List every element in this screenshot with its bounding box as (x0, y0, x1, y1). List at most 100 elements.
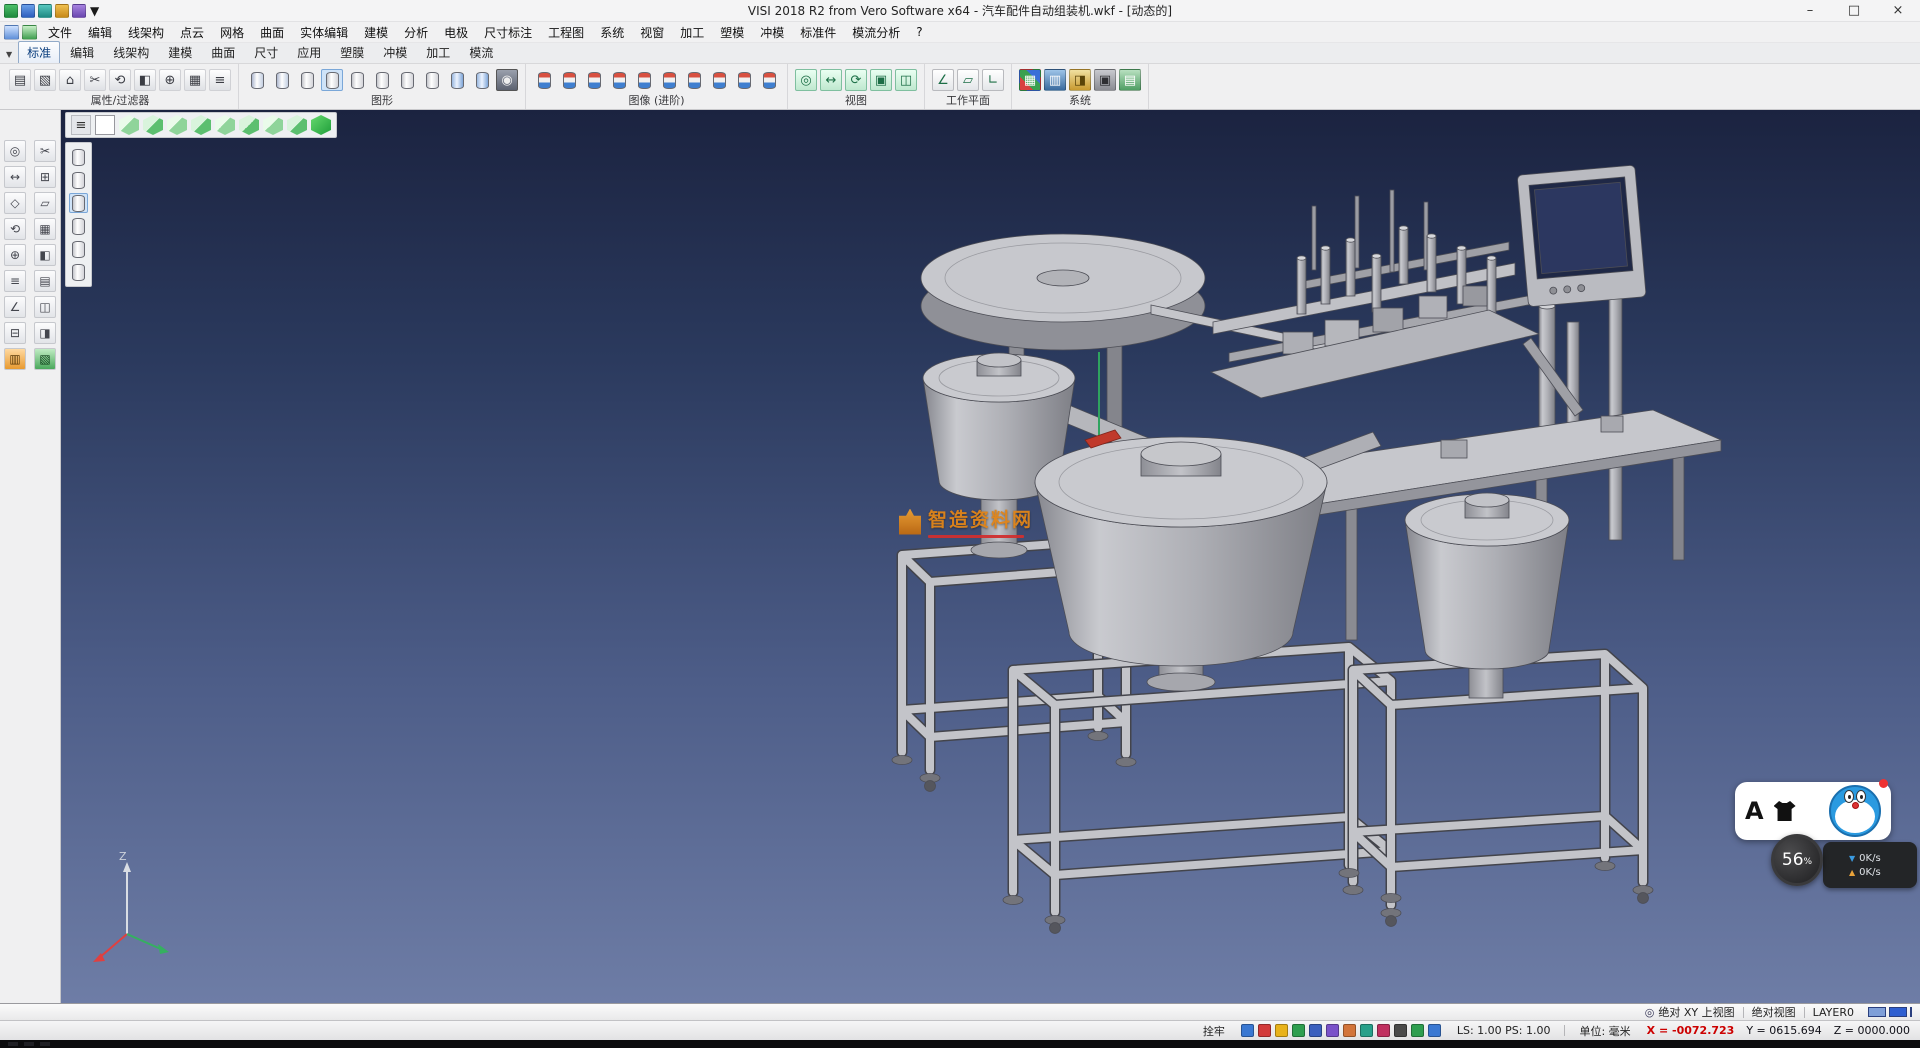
toolbar-icon[interactable] (708, 69, 730, 91)
toolbar-icon[interactable] (296, 69, 318, 91)
menu-item[interactable]: 尺寸标注 (476, 22, 540, 43)
chevron-down-icon[interactable]: ▼ (4, 50, 18, 63)
toolbar-icon[interactable]: ⊕ (159, 69, 181, 91)
status-icon[interactable] (1394, 1024, 1407, 1037)
toolbar-icon[interactable] (446, 69, 468, 91)
document-icon[interactable] (4, 25, 19, 40)
ribbon-tab[interactable]: 尺寸 (245, 41, 287, 63)
shading-mode-icon[interactable] (69, 170, 88, 190)
view-cube-icon[interactable] (239, 115, 259, 135)
toolbar-icon[interactable] (608, 69, 630, 91)
ribbon-tab[interactable]: 曲面 (202, 41, 244, 63)
status-icon[interactable] (1292, 1024, 1305, 1037)
toolbar-icon[interactable] (683, 69, 705, 91)
sidebar-tool-icon[interactable]: ◨ (34, 322, 56, 344)
menu-item[interactable]: ? (908, 23, 930, 41)
sidebar-tool-icon[interactable]: ⟲ (4, 218, 26, 240)
toolbar-icon[interactable] (758, 69, 780, 91)
menu-item[interactable]: 模流分析 (844, 22, 908, 43)
ribbon-tab[interactable]: 加工 (417, 41, 459, 63)
menu-item[interactable]: 塑模 (712, 22, 752, 43)
sidebar-tool-icon[interactable]: ≡ (4, 270, 26, 292)
status-icon[interactable] (1343, 1024, 1356, 1037)
ribbon-tab[interactable]: 冲模 (374, 41, 416, 63)
toolbar-icon[interactable]: ▤ (9, 69, 31, 91)
menu-item[interactable]: 电极 (436, 22, 476, 43)
layer-selector[interactable]: LAYER0 (1813, 1006, 1854, 1019)
toolbar-icon[interactable] (396, 69, 418, 91)
toolbar-icon[interactable]: ⌂ (59, 69, 81, 91)
menu-item[interactable]: 建模 (356, 22, 396, 43)
menu-item[interactable]: 加工 (672, 22, 712, 43)
ribbon-tab[interactable]: 应用 (288, 41, 330, 63)
view-cube-icon[interactable] (167, 115, 187, 135)
toolbar-icon[interactable] (558, 69, 580, 91)
close-button[interactable]: × (1876, 0, 1920, 21)
view-cube-icon[interactable] (215, 115, 235, 135)
sidebar-tool-icon[interactable]: ⊟ (4, 322, 26, 344)
status-icon[interactable] (1309, 1024, 1322, 1037)
toolbar-icon[interactable]: ≡ (209, 69, 231, 91)
sidebar-tool-icon[interactable]: ↔ (4, 166, 26, 188)
toolbar-icon[interactable]: ◎ (795, 69, 817, 91)
toolbar-icon[interactable] (583, 69, 605, 91)
sidebar-tool-icon[interactable]: ✂ (34, 140, 56, 162)
toolbar-icon[interactable]: ▦ (1019, 69, 1041, 91)
quick-access-icon[interactable] (4, 4, 18, 18)
toolbar-icon[interactable] (658, 69, 680, 91)
sidebar-tool-icon[interactable]: ⊕ (4, 244, 26, 266)
minimize-button[interactable]: – (1788, 0, 1832, 21)
ribbon-tab[interactable]: 编辑 (61, 41, 103, 63)
toolbar-icon[interactable] (271, 69, 293, 91)
status-icon[interactable] (1326, 1024, 1339, 1037)
toolbar-icon[interactable]: ⟲ (109, 69, 131, 91)
view-cube-icon[interactable] (95, 115, 115, 135)
toolbar-icon[interactable]: ✂ (84, 69, 106, 91)
menu-item[interactable]: 文件 (40, 22, 80, 43)
menu-item[interactable]: 编辑 (80, 22, 120, 43)
sidebar-tool-icon[interactable]: ◎ (4, 140, 26, 162)
sidebar-tool-icon[interactable]: ∠ (4, 296, 26, 318)
color-chip[interactable] (1910, 1007, 1912, 1017)
toolbar-icon[interactable]: ⟳ (845, 69, 867, 91)
view-cube-icon[interactable] (143, 115, 163, 135)
view-cube-icon[interactable] (191, 115, 211, 135)
ribbon-tab[interactable]: 线架构 (104, 41, 158, 63)
menu-item[interactable]: 工程图 (540, 22, 592, 43)
os-taskbar[interactable] (0, 1040, 1920, 1048)
view-cube-icon[interactable] (311, 115, 331, 135)
toolbar-icon[interactable]: ▧ (34, 69, 56, 91)
percent-badge[interactable]: 56% (1771, 834, 1823, 886)
toolbar-icon[interactable]: ▤ (1119, 69, 1141, 91)
absolute-view-label[interactable]: 绝对视图 (1752, 1004, 1796, 1020)
toolbar-icon[interactable] (421, 69, 443, 91)
status-icon[interactable] (1428, 1024, 1441, 1037)
quick-access-icon[interactable] (55, 4, 69, 18)
status-icon[interactable] (1275, 1024, 1288, 1037)
sidebar-tool-icon[interactable]: ◫ (34, 296, 56, 318)
view-cube-icon[interactable] (119, 115, 139, 135)
toolbar-icon[interactable]: ◨ (1069, 69, 1091, 91)
sidebar-tool-icon[interactable]: ◧ (34, 244, 56, 266)
menu-item[interactable]: 线架构 (120, 22, 172, 43)
toolbar-icon[interactable]: ▥ (1044, 69, 1066, 91)
toolbar-icon[interactable] (246, 69, 268, 91)
toolbar-icon[interactable] (471, 69, 493, 91)
color-chip[interactable] (1889, 1007, 1907, 1017)
toolbar-icon[interactable]: ◫ (895, 69, 917, 91)
toolbar-icon[interactable] (346, 69, 368, 91)
menu-item[interactable]: 视窗 (632, 22, 672, 43)
pin-label[interactable]: 拴牢 (1203, 1023, 1225, 1039)
menu-item[interactable]: 曲面 (252, 22, 292, 43)
toolbar-icon[interactable]: ◧ (134, 69, 156, 91)
shading-mode-icon[interactable] (69, 262, 88, 282)
status-icon[interactable] (1377, 1024, 1390, 1037)
toolbar-icon[interactable]: ∟ (982, 69, 1004, 91)
status-icon[interactable] (1411, 1024, 1424, 1037)
toolbar-icon[interactable] (321, 69, 343, 91)
units-readout[interactable]: 单位: 毫米 (1579, 1023, 1630, 1039)
toolbar-icon[interactable]: ◉ (496, 69, 518, 91)
quick-access-icon[interactable] (38, 4, 52, 18)
ribbon-tab[interactable]: 塑膜 (331, 41, 373, 63)
view-cube-icon[interactable] (263, 115, 283, 135)
